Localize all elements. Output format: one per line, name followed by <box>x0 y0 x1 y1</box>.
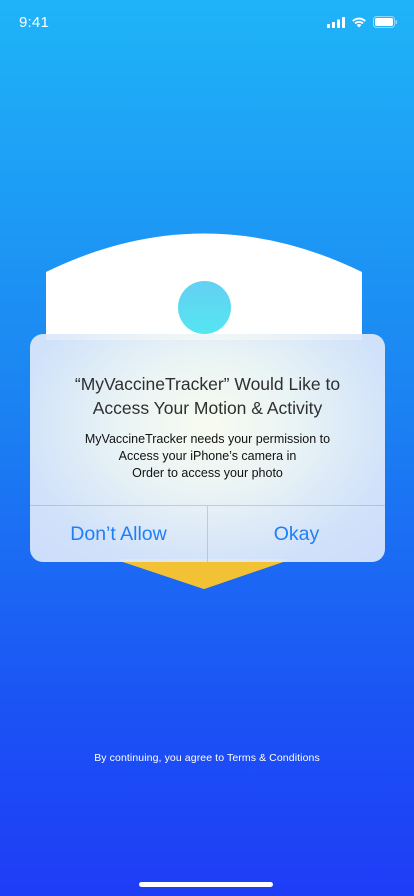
okay-button[interactable]: Okay <box>208 506 385 562</box>
battery-icon <box>373 16 398 28</box>
status-time: 9:41 <box>19 14 49 31</box>
terms-text: By continuing, you agree to Terms & Cond… <box>94 752 320 764</box>
alert-title: “MyVaccineTracker” Would Like to Access … <box>30 372 385 420</box>
status-bar: 9:41 <box>0 0 414 44</box>
permission-alert: “MyVaccineTracker” Would Like to Access … <box>30 334 385 562</box>
home-indicator <box>139 882 273 887</box>
dont-allow-button[interactable]: Don’t Allow <box>30 506 207 562</box>
avatar <box>178 281 231 334</box>
alert-message-line: Access your iPhone’s camera in <box>118 449 297 463</box>
alert-message-line: Order to access your photo <box>132 466 283 480</box>
wifi-icon <box>352 17 366 28</box>
alert-message-line: MyVaccineTracker needs your permission t… <box>84 432 331 446</box>
cellular-signal-icon <box>327 16 345 28</box>
alert-message: MyVaccineTracker needs your permission t… <box>30 431 385 482</box>
status-icons <box>327 16 398 28</box>
alert-title-line: “MyVaccineTracker” Would Like to <box>74 374 341 394</box>
alert-title-line: Access Your Motion & Activity <box>92 398 323 418</box>
